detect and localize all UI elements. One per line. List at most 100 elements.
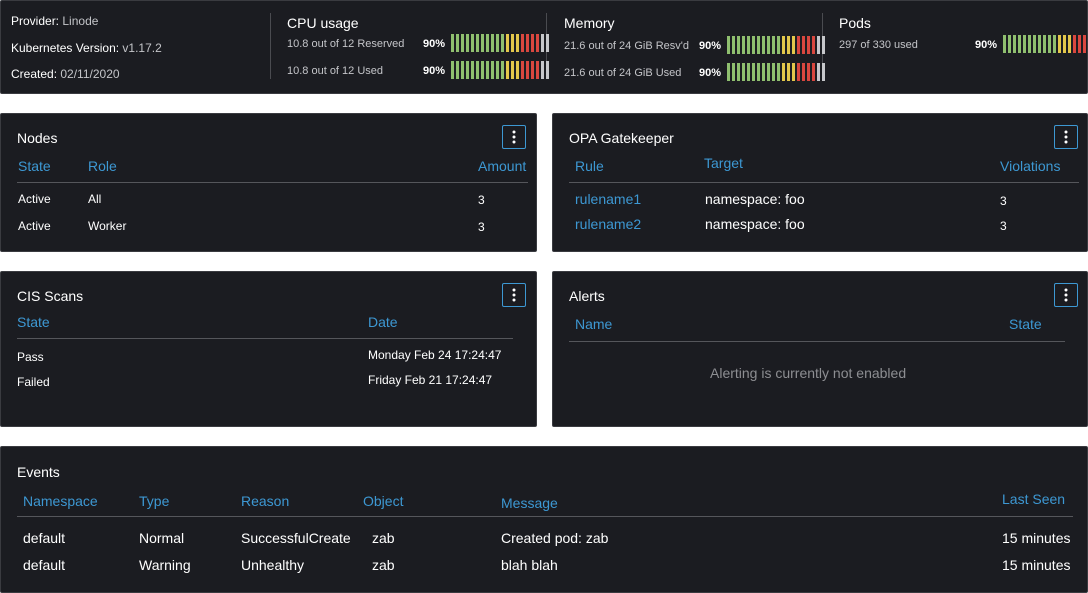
created-row: Created: 02/11/2020: [11, 67, 120, 81]
opa-col-violations[interactable]: Violations: [1000, 158, 1060, 174]
meter-segment: [822, 36, 825, 54]
memory-used-percent: 90%: [699, 67, 722, 79]
meter-segment: [787, 63, 790, 81]
cis-col-date[interactable]: Date: [368, 314, 398, 330]
opa-menu-button[interactable]: [1054, 125, 1078, 149]
header-divider: [17, 516, 1073, 517]
meter-segment: [792, 63, 795, 81]
alerts-col-name[interactable]: Name: [575, 316, 612, 332]
opa-col-target[interactable]: Target: [704, 155, 743, 171]
meter-segment: [491, 61, 494, 79]
nodes-col-state[interactable]: State: [18, 158, 51, 174]
meter-segment: [817, 36, 820, 54]
meter-segment: [481, 34, 484, 52]
meter-segment: [486, 34, 489, 52]
meter-segment: [812, 36, 815, 54]
meter-segment: [747, 36, 750, 54]
meter-segment: [757, 63, 760, 81]
pods-used-text: 297 of 330 used: [839, 39, 918, 51]
meter-segment: [807, 63, 810, 81]
meter-segment: [531, 61, 534, 79]
cpu-used-percent: 90%: [423, 65, 446, 77]
meter-segment: [822, 63, 825, 81]
alerts-menu-button[interactable]: [1054, 283, 1078, 307]
header-divider: [569, 182, 1079, 183]
meter-segment: [521, 61, 524, 79]
cpu-reserved-percent: 90%: [423, 38, 446, 50]
events-col-message[interactable]: Message: [501, 495, 558, 511]
events-row-message: Created pod: zab: [501, 530, 609, 546]
meter-segment: [531, 34, 534, 52]
events-col-last-seen[interactable]: Last Seen: [1002, 491, 1065, 507]
meter-segment: [747, 63, 750, 81]
nodes-row-role: Worker: [88, 219, 127, 233]
meter-segment: [797, 63, 800, 81]
cis-menu-button[interactable]: [502, 283, 526, 307]
events-col-object[interactable]: Object: [363, 493, 403, 509]
cpu-reserved-meter: [451, 34, 549, 52]
meter-segment: [772, 36, 775, 54]
cpu-used-meter: [451, 61, 549, 79]
pods-title: Pods: [839, 15, 871, 31]
meter-segment: [727, 36, 730, 54]
meter-segment: [817, 63, 820, 81]
meter-segment: [772, 63, 775, 81]
cis-row-state: Failed: [17, 375, 50, 389]
cpu-usage-title: CPU usage: [287, 15, 359, 31]
opa-rule-link[interactable]: rulename2: [575, 216, 641, 232]
meter-segment: [777, 36, 780, 54]
events-row-object: zab: [372, 530, 395, 546]
meter-segment: [516, 61, 519, 79]
meter-segment: [737, 63, 740, 81]
meter-segment: [461, 61, 464, 79]
meter-segment: [1013, 35, 1016, 53]
pods-used-meter: [1003, 35, 1088, 53]
k8s-version-label: Kubernetes Version:: [11, 41, 120, 55]
meter-segment: [1018, 35, 1021, 53]
events-row-last-seen: 15 minutes: [1002, 530, 1071, 546]
meter-segment: [451, 61, 454, 79]
meter-segment: [521, 34, 524, 52]
meter-segment: [732, 63, 735, 81]
meter-segment: [466, 34, 469, 52]
meter-segment: [807, 36, 810, 54]
meter-segment: [767, 36, 770, 54]
meter-segment: [1063, 35, 1066, 53]
nodes-col-amount[interactable]: Amount: [478, 158, 526, 174]
memory-title: Memory: [564, 15, 615, 31]
opa-row-violations: 3: [1000, 194, 1007, 208]
nodes-panel: Nodes State Role Amount Active All 3 Act…: [0, 113, 537, 252]
opa-col-rule[interactable]: Rule: [575, 158, 604, 174]
meter-segment: [526, 61, 529, 79]
nodes-menu-button[interactable]: [502, 125, 526, 149]
meter-segment: [546, 34, 549, 52]
kebab-menu-icon: [512, 130, 516, 144]
cis-scans-panel: CIS Scans State Date Pass Monday Feb 24 …: [0, 271, 537, 427]
provider-label: Provider:: [11, 14, 60, 28]
opa-row-target: namespace: foo: [705, 191, 805, 207]
k8s-version-row: Kubernetes Version: v1.17.2: [11, 41, 162, 55]
alerts-col-state[interactable]: State: [1009, 316, 1042, 332]
header-divider: [569, 341, 1065, 342]
meter-segment: [536, 34, 539, 52]
events-row-message: blah blah: [501, 557, 558, 573]
header-divider: [17, 182, 528, 183]
alerts-panel: Alerts Name State Alerting is currently …: [552, 271, 1088, 427]
events-col-type[interactable]: Type: [139, 493, 169, 509]
cis-row-date: Monday Feb 24 17:24:47: [368, 348, 502, 362]
events-col-reason[interactable]: Reason: [241, 493, 289, 509]
opa-rule-link[interactable]: rulename1: [575, 191, 641, 207]
meter-segment: [802, 63, 805, 81]
meter-segment: [812, 63, 815, 81]
meter-segment: [456, 34, 459, 52]
meter-segment: [1033, 35, 1036, 53]
meter-segment: [1048, 35, 1051, 53]
cis-col-state[interactable]: State: [17, 314, 50, 330]
meter-segment: [1008, 35, 1011, 53]
meter-segment: [742, 63, 745, 81]
events-row-type: Warning: [139, 557, 191, 573]
nodes-col-role[interactable]: Role: [88, 158, 117, 174]
meter-segment: [802, 36, 805, 54]
events-col-namespace[interactable]: Namespace: [23, 493, 98, 509]
meter-segment: [787, 36, 790, 54]
